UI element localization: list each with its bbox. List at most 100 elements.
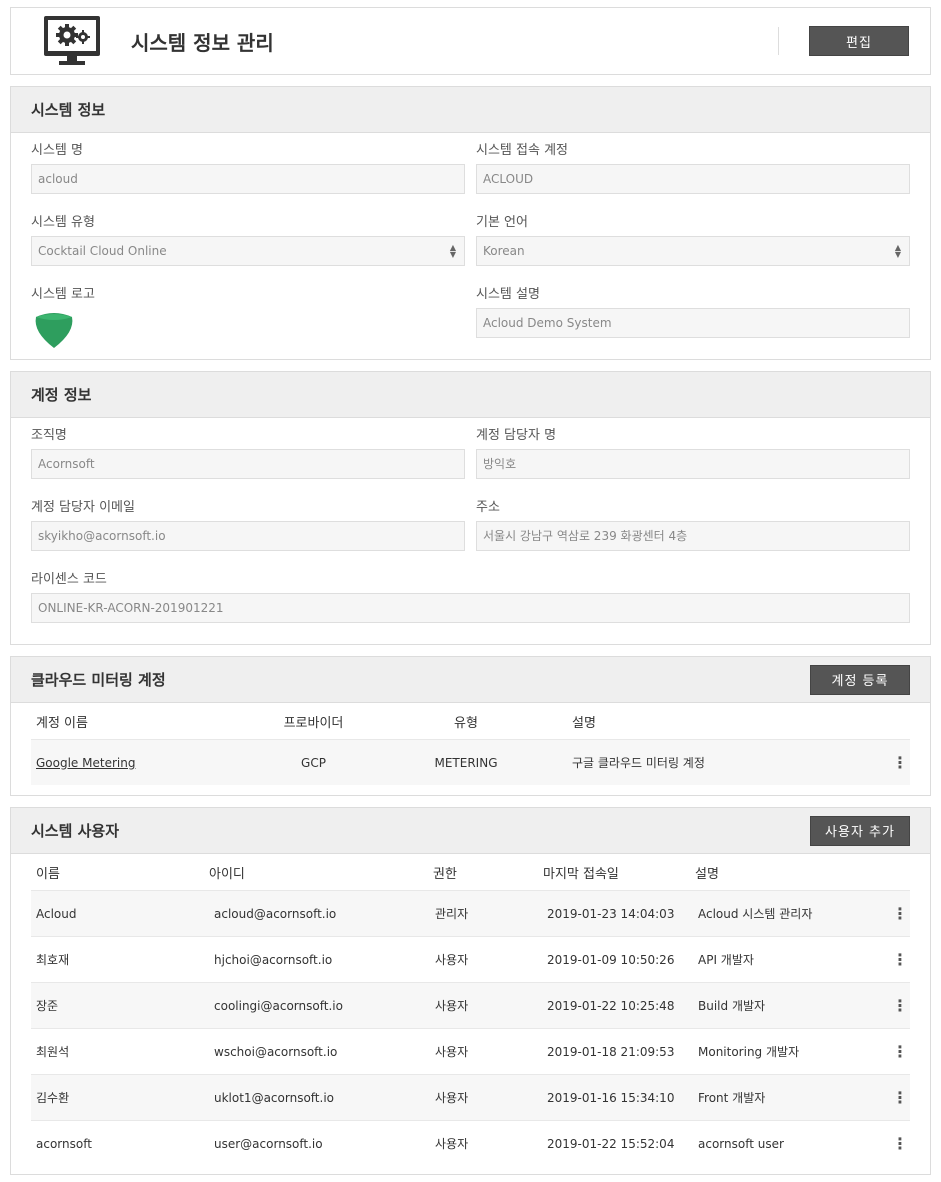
system-type-select[interactable]: Cocktail Cloud Online ▲ ▼: [31, 236, 465, 266]
user-name-cell: 장준: [36, 999, 59, 1013]
more-options-icon[interactable]: ⋮: [890, 1088, 910, 1107]
last-access-cell: 2019-01-18 21:09:53: [547, 1044, 675, 1059]
manager-email-field: 계정 담당자 이메일 skyikho@acornsoft.io: [31, 499, 465, 551]
user-id-cell: coolingi@acornsoft.io: [214, 998, 343, 1013]
users-table: 이름 아이디 권한 마지막 접속일 설명 Acloud acloud@acorns…: [31, 854, 910, 1166]
column-header: 설명: [695, 866, 719, 882]
system-name-field: 시스템 명 acloud: [31, 142, 465, 194]
address-input[interactable]: 서울시 강남구 역삼로 239 화광센터 4층: [476, 521, 910, 551]
user-role-cell: 사용자: [435, 953, 469, 967]
last-access-cell: 2019-01-22 10:25:48: [547, 998, 675, 1013]
default-language-value: Korean: [483, 244, 525, 258]
more-options-icon[interactable]: ⋮: [890, 753, 910, 772]
column-header: 유형: [454, 715, 478, 731]
user-id-cell: wschoi@acornsoft.io: [214, 1044, 338, 1059]
address-label: 주소: [476, 500, 500, 515]
user-role-cell: 사용자: [435, 1045, 469, 1059]
organization-input[interactable]: Acornsoft: [31, 449, 465, 479]
user-id-cell: uklot1@acornsoft.io: [214, 1090, 334, 1105]
users-table-header: 이름 아이디 권한 마지막 접속일 설명: [31, 854, 910, 890]
user-description-cell: Monitoring 개발자: [698, 1045, 800, 1059]
provider-cell: GCP: [301, 755, 326, 770]
system-info-card: 시스템 정보 시스템 명 acloud 시스템 접속 계정 ACLOUD 시스템…: [10, 86, 931, 360]
user-role-cell: 사용자: [435, 999, 469, 1013]
last-access-cell: 2019-01-09 10:50:26: [547, 952, 675, 967]
column-header: 권한: [433, 866, 457, 882]
account-info-header: 계정 정보: [11, 372, 930, 418]
manager-email-input[interactable]: skyikho@acornsoft.io: [31, 521, 465, 551]
user-name-cell: 김수환: [36, 1091, 70, 1105]
user-name-cell: 최원석: [36, 1045, 70, 1059]
organization-label: 조직명: [31, 428, 67, 443]
column-header: 이름: [36, 866, 60, 882]
default-language-select[interactable]: Korean ▲ ▼: [476, 236, 910, 266]
more-options-icon[interactable]: ⋮: [890, 1134, 910, 1153]
system-logo-label: 시스템 로고: [31, 287, 95, 302]
column-header: 계정 이름: [36, 715, 88, 731]
manager-email-label: 계정 담당자 이메일: [31, 500, 135, 515]
table-row: 김수환 uklot1@acornsoft.io 사용자 2019-01-16 15:3…: [31, 1074, 910, 1120]
system-info-header: 시스템 정보: [11, 87, 930, 133]
more-options-icon[interactable]: ⋮: [890, 1042, 910, 1061]
account-info-card: 계정 정보 조직명 Acornsoft 계정 담당자 명 방익호 계정 담당자 …: [10, 371, 931, 645]
user-description-cell: acornsoft user: [698, 1136, 784, 1151]
system-access-account-input[interactable]: ACLOUD: [476, 164, 910, 194]
more-options-icon[interactable]: ⋮: [890, 996, 910, 1015]
select-arrows-icon: ▲ ▼: [894, 243, 901, 259]
more-options-icon[interactable]: ⋮: [890, 950, 910, 969]
column-header: 아이디: [209, 866, 245, 882]
table-row: Acloud acloud@acornsoft.io 관리자 2019-01-23 1…: [31, 890, 910, 936]
monitor-gear-icon: [43, 15, 101, 67]
register-account-button[interactable]: 계정 등록: [810, 664, 910, 695]
header-divider: [778, 27, 779, 55]
system-type-label: 시스템 유형: [31, 215, 95, 230]
last-access-cell: 2019-01-23 14:04:03: [547, 906, 675, 921]
type-cell: METERING: [434, 755, 498, 770]
metering-account-link[interactable]: Google Metering: [31, 756, 261, 770]
metering-table-header: 계정 이름 프로바이더 유형 설명: [31, 703, 910, 739]
last-access-cell: 2019-01-16 15:34:10: [547, 1090, 675, 1105]
user-id-cell: acloud@acornsoft.io: [214, 906, 337, 921]
cloud-metering-title: 클라우드 미터링 계정: [31, 671, 166, 689]
license-code-field: 라이센스 코드 ONLINE-KR-ACORN-201901221: [31, 571, 910, 623]
license-code-label: 라이센스 코드: [31, 572, 107, 587]
table-row: 최호재 hjchoi@acornsoft.io 사용자 2019-01-09 10:5…: [31, 936, 910, 982]
system-description-input[interactable]: Acloud Demo System: [476, 308, 910, 338]
account-info-title: 계정 정보: [31, 386, 92, 404]
system-users-card: 시스템 사용자 사용자 추가 이름 아이디 권한 마지막 접속일 설명 Aclo…: [10, 807, 931, 1175]
cloud-metering-header: 클라우드 미터링 계정 계정 등록: [11, 657, 930, 703]
organization-field: 조직명 Acornsoft: [31, 427, 465, 479]
acorn-logo-icon[interactable]: [33, 308, 75, 350]
system-name-input[interactable]: acloud: [31, 164, 465, 194]
system-access-account-label: 시스템 접속 계정: [476, 143, 568, 158]
table-row: 최원석 wschoi@acornsoft.io 사용자 2019-01-18 21:0…: [31, 1028, 910, 1074]
more-options-icon[interactable]: ⋮: [890, 904, 910, 923]
default-language-label: 기본 언어: [476, 215, 528, 230]
user-description-cell: Build 개발자: [698, 999, 766, 1013]
user-name-cell: acornsoft: [36, 1136, 92, 1151]
cloud-metering-card: 클라우드 미터링 계정 계정 등록 계정 이름 프로바이더 유형 설명 Goog…: [10, 656, 931, 796]
user-role-cell: 관리자: [435, 907, 469, 921]
description-cell: 구글 클라우드 미터링 계정: [572, 756, 705, 770]
user-description-cell: API 개발자: [698, 953, 754, 967]
system-description-field: 시스템 설명 Acloud Demo System: [476, 286, 910, 338]
license-code-input[interactable]: ONLINE-KR-ACORN-201901221: [31, 593, 910, 623]
add-user-button[interactable]: 사용자 추가: [810, 815, 910, 846]
table-row: Google Metering GCP METERING 구글 클라우드 미터링…: [31, 739, 910, 785]
system-name-label: 시스템 명: [31, 143, 83, 158]
last-access-cell: 2019-01-22 15:52:04: [547, 1136, 675, 1151]
column-header: 프로바이더: [283, 715, 344, 731]
user-role-cell: 사용자: [435, 1137, 469, 1151]
user-description-cell: Front 개발자: [698, 1091, 766, 1105]
edit-button[interactable]: 편집: [809, 26, 909, 56]
user-role-cell: 사용자: [435, 1091, 469, 1105]
system-type-field: 시스템 유형 Cocktail Cloud Online ▲ ▼: [31, 214, 465, 266]
system-info-title: 시스템 정보: [31, 101, 106, 119]
user-id-cell: user@acornsoft.io: [214, 1136, 323, 1151]
default-language-field: 기본 언어 Korean ▲ ▼: [476, 214, 910, 266]
system-access-account-field: 시스템 접속 계정 ACLOUD: [476, 142, 910, 194]
metering-table: 계정 이름 프로바이더 유형 설명 Google Metering GCP ME…: [31, 703, 910, 785]
user-id-cell: hjchoi@acornsoft.io: [214, 952, 333, 967]
account-manager-field: 계정 담당자 명 방익호: [476, 427, 910, 479]
account-manager-input[interactable]: 방익호: [476, 449, 910, 479]
